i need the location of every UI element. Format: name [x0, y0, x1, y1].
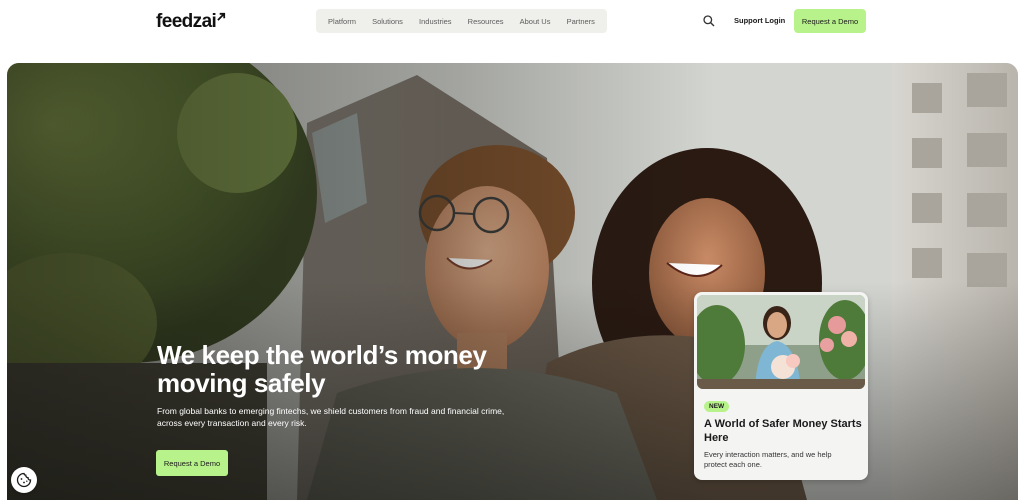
- card-description: Every interaction matters, and we help p…: [704, 450, 832, 469]
- card-title: A World of Safer Money Starts Here: [704, 418, 862, 444]
- cookie-settings-button[interactable]: [11, 467, 37, 493]
- search-icon[interactable]: [702, 14, 716, 28]
- nav-item-resources[interactable]: Resources: [468, 17, 504, 26]
- hero-title: We keep the world’s money moving safely: [157, 340, 487, 398]
- cookie-icon: [16, 472, 32, 488]
- nav-item-industries[interactable]: Industries: [419, 17, 452, 26]
- logo-text: feedzai: [156, 11, 217, 32]
- card-image: [697, 295, 865, 389]
- site-header: feedzai Platform Solutions Industries Re…: [0, 0, 1024, 42]
- nav-item-about-us[interactable]: About Us: [520, 17, 551, 26]
- hero-request-demo-button[interactable]: Request a Demo: [156, 450, 228, 476]
- hero-section: We keep the world’s money moving safely …: [7, 63, 1018, 500]
- nav-item-platform[interactable]: Platform: [328, 17, 356, 26]
- new-badge: NEW: [704, 401, 730, 412]
- request-demo-button[interactable]: Request a Demo: [794, 9, 866, 33]
- nav-item-partners[interactable]: Partners: [567, 17, 595, 26]
- logo-arrow-icon: [217, 12, 226, 21]
- nav-item-solutions[interactable]: Solutions: [372, 17, 403, 26]
- hero-subtitle: From global banks to emerging fintechs, …: [157, 406, 505, 428]
- news-card[interactable]: NEW A World of Safer Money Starts Here E…: [694, 292, 868, 480]
- feedzai-logo[interactable]: feedzai: [156, 11, 226, 33]
- support-login-link[interactable]: Support Login: [734, 16, 785, 25]
- main-nav: Platform Solutions Industries Resources …: [316, 9, 607, 33]
